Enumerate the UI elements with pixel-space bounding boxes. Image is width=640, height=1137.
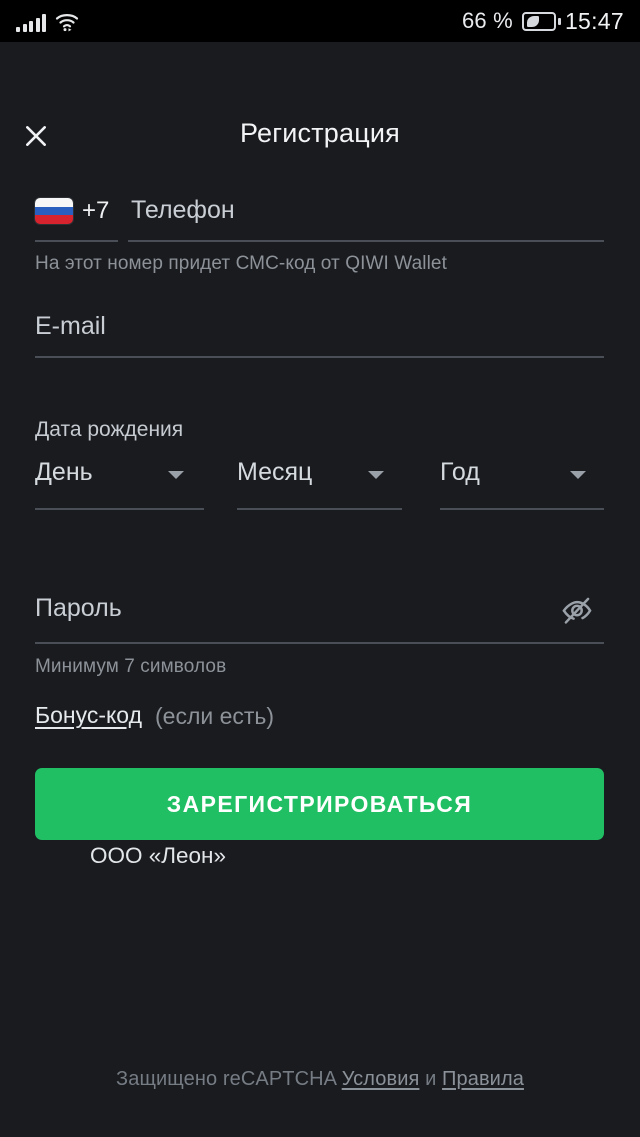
caret-down-icon: [570, 471, 586, 479]
password-underline: [35, 642, 604, 644]
birth-month-value: Месяц: [237, 458, 313, 486]
battery-icon: [521, 11, 561, 31]
birth-date-group: Дата рождения День Месяц Год: [0, 418, 640, 528]
birth-month-select[interactable]: Месяц: [237, 458, 402, 510]
caret-down-icon: [368, 471, 384, 479]
status-bar: 66 % 15:47: [0, 0, 640, 42]
birth-year-value: Год: [440, 458, 480, 486]
country-code-underline: [35, 240, 118, 242]
birth-date-label: Дата рождения: [35, 418, 184, 441]
birth-day-value: День: [35, 458, 93, 486]
recaptcha-footer: Защищено reCAPTCHA Условия и Правила: [0, 1068, 640, 1091]
birth-month-underline: [237, 508, 402, 510]
bonus-code-row: Бонус-код (если есть): [0, 702, 640, 752]
email-underline: [35, 356, 604, 358]
birth-year-select[interactable]: Год: [440, 458, 604, 510]
app-bar: Регистрация: [0, 42, 640, 150]
password-field[interactable]: Пароль: [35, 594, 122, 623]
registration-screen: 66 % 15:47 Регистрация +7 Телефон На это…: [0, 0, 640, 1137]
eye-off-icon[interactable]: [560, 594, 596, 628]
status-bar-right: 66 % 15:47: [462, 8, 624, 35]
recaptcha-conjunction: и: [425, 1068, 437, 1090]
recaptcha-privacy-link[interactable]: Правила: [442, 1068, 524, 1090]
register-button[interactable]: ЗАРЕГИСТРИРОВАТЬСЯ: [35, 768, 604, 840]
password-hint: Минимум 7 символов: [35, 656, 227, 677]
phone-field-row: +7 Телефон На этот номер придет СМС-код …: [0, 150, 640, 274]
phone-hint: На этот номер придет СМС-код от QIWI Wal…: [35, 253, 447, 274]
bonus-code-optional-label: (если есть): [155, 703, 275, 729]
page-title: Регистрация: [239, 118, 401, 148]
birth-year-underline: [440, 508, 604, 510]
birth-day-select[interactable]: День: [35, 458, 204, 510]
wifi-icon: [55, 12, 79, 32]
battery-percent-label: 66 %: [461, 8, 513, 33]
signal-bars-icon: [16, 12, 46, 32]
clock-label: 15:47: [564, 7, 624, 34]
status-bar-left: [16, 10, 79, 32]
email-field[interactable]: E-mail: [35, 312, 106, 341]
caret-down-icon: [168, 471, 184, 479]
country-code-label[interactable]: +7: [82, 197, 109, 225]
bonus-code-link[interactable]: Бонус-код: [35, 702, 142, 729]
birth-day-underline: [35, 508, 204, 510]
recaptcha-terms-link[interactable]: Условия: [342, 1068, 420, 1090]
phone-input[interactable]: Телефон: [131, 196, 235, 225]
phone-underline: [128, 240, 604, 242]
email-field-row: E-mail: [0, 294, 640, 392]
password-field-row: Пароль Минимум 7 символов: [0, 580, 640, 690]
recaptcha-prefix: Защищено reCAPTCHA: [116, 1068, 337, 1090]
russia-flag-icon[interactable]: [35, 198, 73, 224]
